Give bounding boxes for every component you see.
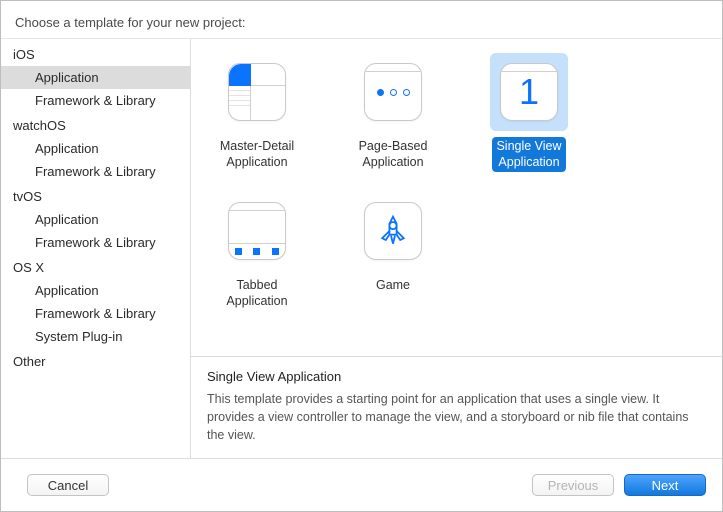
template-single-view[interactable]: 1 Single ViewApplication — [481, 53, 577, 172]
content-area: iOS Application Framework & Library watc… — [1, 39, 722, 459]
master-detail-icon — [228, 63, 286, 121]
template-pane: Master-DetailApplication Page-BasedAppli… — [191, 39, 722, 458]
footer-bar: Cancel Previous Next — [1, 459, 722, 511]
sidebar-item-osx-application[interactable]: Application — [1, 279, 190, 302]
sidebar-item-tvos-framework[interactable]: Framework & Library — [1, 231, 190, 254]
template-label: Master-DetailApplication — [216, 137, 298, 172]
new-project-sheet: Choose a template for your new project: … — [0, 0, 723, 512]
template-icon-wrap — [354, 53, 432, 131]
template-description: Single View Application This template pr… — [191, 356, 722, 458]
description-text: This template provides a starting point … — [207, 390, 706, 444]
platform-other[interactable]: Other — [1, 348, 190, 373]
sidebar-item-watchos-framework[interactable]: Framework & Library — [1, 160, 190, 183]
template-icon-wrap — [218, 53, 296, 131]
sidebar-item-ios-application[interactable]: Application — [1, 66, 190, 89]
prompt-label: Choose a template for your new project: — [1, 1, 722, 39]
template-label: Page-BasedApplication — [355, 137, 432, 172]
page-based-icon — [364, 63, 422, 121]
template-game[interactable]: Game — [345, 192, 441, 311]
template-label: Game — [372, 276, 414, 296]
platform-sidebar: iOS Application Framework & Library watc… — [1, 39, 191, 458]
platform-watchos[interactable]: watchOS — [1, 112, 190, 137]
sidebar-item-ios-framework[interactable]: Framework & Library — [1, 89, 190, 112]
description-title: Single View Application — [207, 369, 706, 384]
sidebar-item-tvos-application[interactable]: Application — [1, 208, 190, 231]
single-view-icon: 1 — [500, 63, 558, 121]
spaceship-icon — [375, 213, 411, 249]
sidebar-item-watchos-application[interactable]: Application — [1, 137, 190, 160]
template-label: TabbedApplication — [222, 276, 291, 311]
template-tabbed[interactable]: TabbedApplication — [209, 192, 305, 311]
platform-ios[interactable]: iOS — [1, 41, 190, 66]
cancel-button[interactable]: Cancel — [27, 474, 109, 496]
tabbed-icon — [228, 202, 286, 260]
template-icon-wrap — [218, 192, 296, 270]
template-grid: Master-DetailApplication Page-BasedAppli… — [191, 39, 722, 356]
platform-osx[interactable]: OS X — [1, 254, 190, 279]
game-icon — [364, 202, 422, 260]
platform-tvos[interactable]: tvOS — [1, 183, 190, 208]
previous-button[interactable]: Previous — [532, 474, 614, 496]
template-label: Single ViewApplication — [492, 137, 565, 172]
template-icon-wrap — [354, 192, 432, 270]
template-master-detail[interactable]: Master-DetailApplication — [209, 53, 305, 172]
template-page-based[interactable]: Page-BasedApplication — [345, 53, 441, 172]
template-icon-wrap: 1 — [490, 53, 568, 131]
next-button[interactable]: Next — [624, 474, 706, 496]
sidebar-item-osx-framework[interactable]: Framework & Library — [1, 302, 190, 325]
sidebar-item-osx-plugin[interactable]: System Plug-in — [1, 325, 190, 348]
